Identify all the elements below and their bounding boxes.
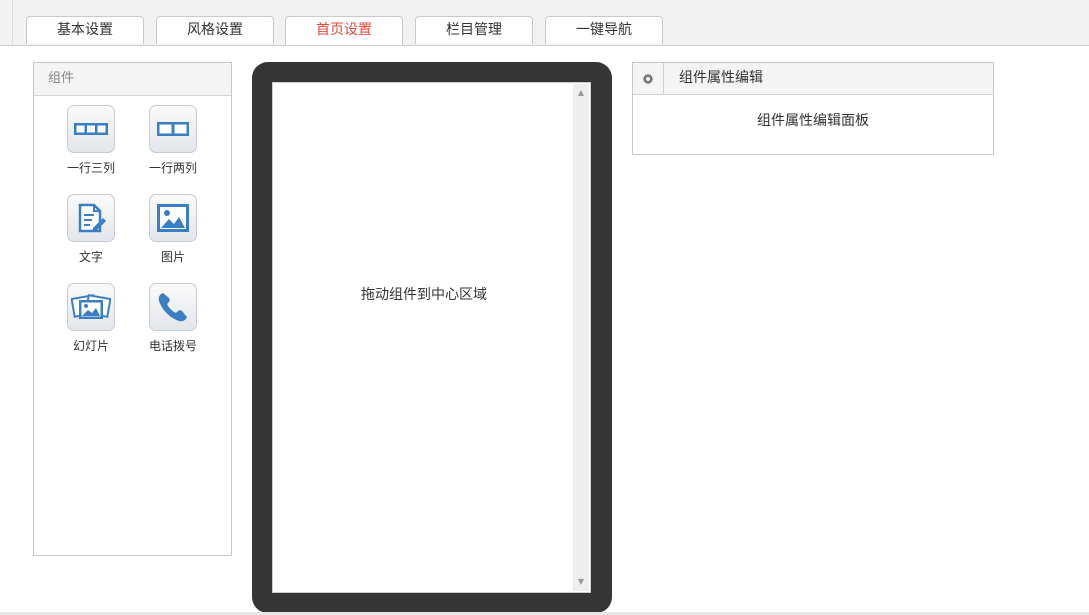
properties-panel: 组件属性编辑 组件属性编辑面板 [632, 62, 994, 155]
properties-panel-title: 组件属性编辑 [679, 70, 763, 86]
components-panel-title: 组件 [34, 63, 231, 96]
tabbar-left-edge [12, 0, 13, 45]
drop-hint-text: 拖动组件到中心区域 [361, 287, 487, 303]
gear-icon [633, 63, 664, 94]
text-document-icon [67, 194, 115, 242]
tab-basic-settings[interactable]: 基本设置 [26, 16, 144, 44]
scroll-up-arrow-icon[interactable]: ▲ [573, 86, 589, 100]
image-icon [149, 194, 197, 242]
component-phone-dial[interactable]: 电话拨号 [138, 283, 208, 354]
tab-column-management[interactable]: 栏目管理 [415, 16, 533, 44]
preview-scrollbar[interactable]: ▲ ▼ [573, 84, 589, 591]
component-label: 幻灯片 [72, 339, 109, 353]
phone-preview-frame: 拖动组件到中心区域 ▲ ▼ [252, 62, 612, 613]
slideshow-icon [67, 283, 115, 331]
scroll-down-arrow-icon[interactable]: ▼ [573, 575, 589, 589]
components-panel: 组件 一行三列 一行两列 文字 图片 幻灯片 电话拨号 [33, 62, 232, 556]
properties-panel-header: 组件属性编辑 [633, 63, 993, 95]
three-columns-icon [67, 105, 115, 153]
top-tab-bar: 基本设置 风格设置 首页设置 栏目管理 一键导航 [0, 0, 1089, 46]
component-label: 一行两列 [148, 161, 197, 175]
component-two-columns[interactable]: 一行两列 [138, 105, 208, 176]
tab-one-click-navigation[interactable]: 一键导航 [545, 16, 663, 44]
component-label: 图片 [160, 250, 185, 264]
component-three-columns[interactable]: 一行三列 [56, 105, 126, 176]
component-label: 一行三列 [66, 161, 115, 175]
component-image[interactable]: 图片 [138, 194, 208, 265]
tab-homepage-settings[interactable]: 首页设置 [285, 16, 403, 45]
two-columns-icon [149, 105, 197, 153]
phone-icon [149, 283, 197, 331]
component-slideshow[interactable]: 幻灯片 [56, 283, 126, 354]
phone-drop-area[interactable]: 拖动组件到中心区域 ▲ ▼ [272, 82, 591, 593]
tab-style-settings[interactable]: 风格设置 [156, 16, 274, 44]
component-label: 文字 [78, 250, 103, 264]
properties-panel-body: 组件属性编辑面板 [757, 113, 869, 129]
component-label: 电话拨号 [148, 339, 197, 353]
component-text[interactable]: 文字 [56, 194, 126, 265]
